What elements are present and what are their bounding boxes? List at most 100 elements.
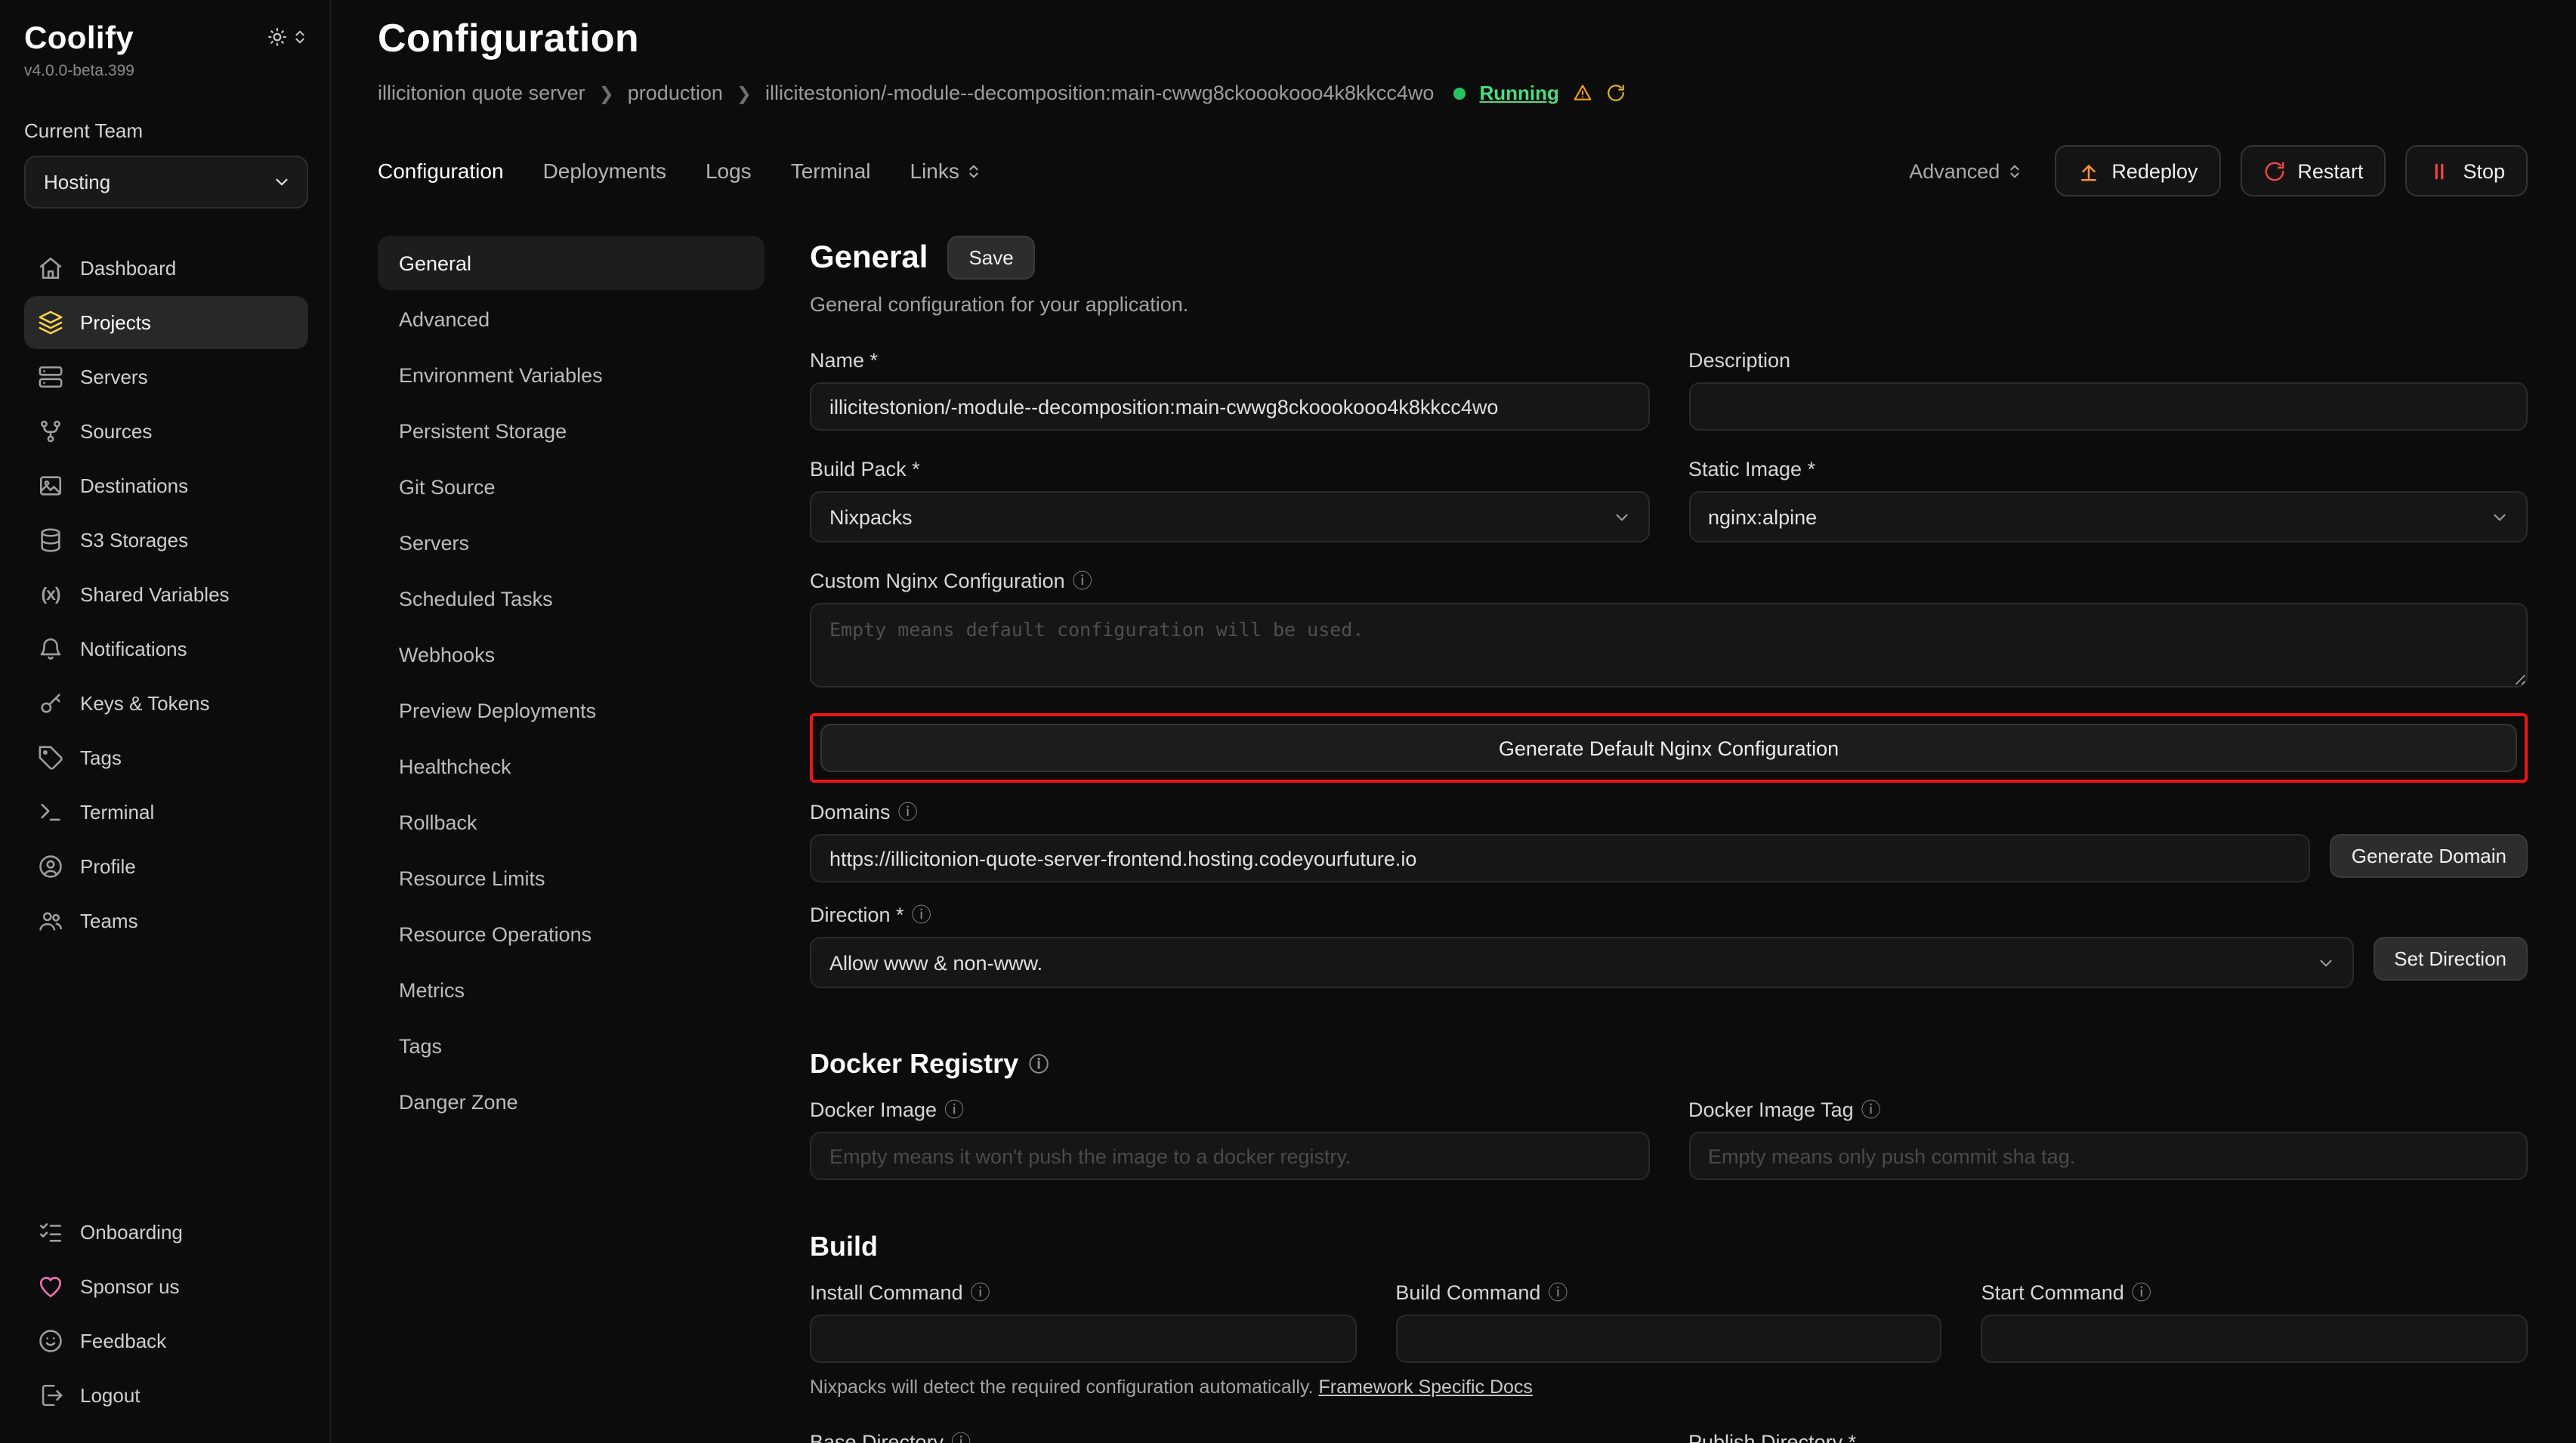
direction-select[interactable]: Allow www & non-www. [810, 937, 2353, 988]
sidebar-item-tags[interactable]: Tags [24, 731, 308, 784]
sidebar-item-notifications[interactable]: Notifications [24, 623, 308, 675]
sidebar: Coolify v4.0.0-beta.399 Current Team Hos… [0, 0, 331, 1443]
status-running-link[interactable]: Running [1479, 82, 1558, 104]
tab-links[interactable]: Links [910, 159, 982, 183]
info-icon: ⓘ [912, 905, 931, 925]
team-select[interactable]: Hosting [24, 156, 308, 209]
chevron-updown-icon [2006, 162, 2022, 179]
publish-directory-field-group: Publish Directory * [1688, 1431, 2528, 1443]
static-image-select[interactable]: nginx:alpine [1688, 491, 2528, 542]
save-button[interactable]: Save [947, 236, 1034, 280]
sidebar-item-servers[interactable]: Servers [24, 351, 308, 403]
generate-nginx-config-button[interactable]: Generate Default Nginx Configuration [820, 724, 2517, 772]
docker-image-input[interactable] [810, 1132, 1649, 1180]
name-label: Name * [810, 349, 1649, 372]
framework-docs-link[interactable]: Framework Specific Docs [1319, 1377, 1533, 1398]
sidebar-item-projects[interactable]: Projects [24, 296, 308, 349]
domains-input[interactable] [810, 834, 2311, 882]
config-nav-general[interactable]: General [378, 236, 764, 290]
logout-icon [38, 1383, 63, 1408]
breadcrumb-resource[interactable]: illicitestonion/-module--decomposition:m… [765, 82, 1434, 104]
info-icon: ⓘ [951, 1432, 971, 1443]
docker-image-tag-input[interactable] [1688, 1132, 2528, 1180]
build-pack-field-group: Build Pack * Nixpacks [810, 458, 1649, 542]
sidebar-item-sponsor[interactable]: Sponsor us [24, 1260, 308, 1313]
refresh-status-icon[interactable] [1606, 83, 1626, 103]
sidebar-item-keys-tokens[interactable]: Keys & Tokens [24, 677, 308, 730]
domains-label: Domains [810, 801, 891, 823]
name-input[interactable] [810, 382, 1649, 431]
config-nav-scheduled-tasks[interactable]: Scheduled Tasks [378, 571, 764, 626]
sidebar-item-s3-storages[interactable]: S3 Storages [24, 514, 308, 567]
config-nav-resource-operations[interactable]: Resource Operations [378, 907, 764, 961]
advanced-selector[interactable]: Advanced [1909, 159, 2022, 182]
sidebar-item-shared-variables[interactable]: (x) Shared Variables [24, 568, 308, 621]
general-form: General Save General configuration for y… [810, 236, 2528, 1443]
tab-configuration[interactable]: Configuration [378, 159, 504, 183]
sidebar-item-terminal[interactable]: Terminal [24, 786, 308, 839]
config-nav-persistent-storage[interactable]: Persistent Storage [378, 403, 764, 458]
breadcrumb: illicitonion quote server ❯ production ❯… [378, 82, 2528, 104]
heart-icon [38, 1274, 63, 1299]
config-nav-servers[interactable]: Servers [378, 515, 764, 570]
sidebar-item-profile[interactable]: Profile [24, 840, 308, 893]
tab-deployments[interactable]: Deployments [543, 159, 666, 183]
breadcrumb-project[interactable]: illicitonion quote server [378, 82, 585, 104]
sidebar-item-destinations[interactable]: Destinations [24, 459, 308, 512]
config-nav-resource-limits[interactable]: Resource Limits [378, 851, 764, 905]
breadcrumb-environment[interactable]: production [628, 82, 723, 104]
sidebar-item-feedback[interactable]: Feedback [24, 1315, 308, 1367]
info-icon: ⓘ [971, 1283, 990, 1302]
description-label: Description [1688, 349, 2528, 372]
tab-logs[interactable]: Logs [706, 159, 752, 183]
restart-button[interactable]: Restart [2240, 145, 2386, 196]
docker-image-tag-label: Docker Image Tag [1688, 1098, 1854, 1121]
sidebar-item-dashboard[interactable]: Dashboard [24, 242, 308, 295]
section-title: General [810, 239, 928, 276]
config-nav-environment-variables[interactable]: Environment Variables [378, 348, 764, 402]
sidebar-item-teams[interactable]: Teams [24, 895, 308, 947]
stop-button[interactable]: Stop [2405, 145, 2528, 196]
config-nav-advanced[interactable]: Advanced [378, 292, 764, 346]
install-command-input[interactable] [810, 1315, 1356, 1363]
build-section-title: Build [810, 1231, 878, 1263]
app-logo: Coolify [24, 21, 134, 57]
config-nav-rollback[interactable]: Rollback [378, 795, 764, 849]
config-nav-tags[interactable]: Tags [378, 1018, 764, 1073]
config-nav-danger-zone[interactable]: Danger Zone [378, 1074, 764, 1129]
config-nav-webhooks[interactable]: Webhooks [378, 627, 764, 681]
chevron-updown-icon [965, 162, 982, 179]
info-icon: ⓘ [1029, 1055, 1049, 1074]
theme-switcher[interactable] [267, 27, 308, 47]
page-title: Configuration [378, 15, 2528, 62]
sidebar-item-logout[interactable]: Logout [24, 1369, 308, 1422]
set-direction-button[interactable]: Set Direction [2373, 937, 2528, 981]
config-nav-preview-deployments[interactable]: Preview Deployments [378, 683, 764, 737]
docker-tag-field-group: Docker Image Tag ⓘ [1688, 1098, 2528, 1180]
restart-label: Restart [2297, 159, 2363, 182]
database-icon [38, 527, 63, 553]
build-pack-select[interactable]: Nixpacks [810, 491, 1649, 542]
tab-label: Links [910, 159, 959, 183]
sidebar-item-onboarding[interactable]: Onboarding [24, 1206, 308, 1259]
start-command-input[interactable] [1981, 1315, 2528, 1363]
config-nav-healthcheck[interactable]: Healthcheck [378, 739, 764, 793]
generate-domain-button[interactable]: Generate Domain [2330, 834, 2528, 878]
nginx-config-label: Custom Nginx Configuration [810, 570, 1065, 592]
config-nav-metrics[interactable]: Metrics [378, 963, 764, 1017]
tab-terminal[interactable]: Terminal [791, 159, 871, 183]
config-nav-git-source[interactable]: Git Source [378, 459, 764, 514]
warning-icon [1573, 83, 1592, 103]
nginx-config-textarea[interactable] [810, 603, 2528, 688]
build-pack-label: Build Pack * [810, 458, 1649, 480]
sidebar-item-sources[interactable]: Sources [24, 405, 308, 458]
description-input[interactable] [1688, 382, 2528, 431]
chevron-down-icon [272, 172, 292, 192]
user-circle-icon [38, 854, 63, 879]
redeploy-button[interactable]: Redeploy [2054, 145, 2220, 196]
chevron-updown-icon [292, 29, 308, 45]
sidebar-item-label: Dashboard [80, 257, 176, 280]
tab-label: Terminal [791, 159, 871, 183]
build-command-input[interactable] [1395, 1315, 1941, 1363]
tag-icon [38, 745, 63, 771]
